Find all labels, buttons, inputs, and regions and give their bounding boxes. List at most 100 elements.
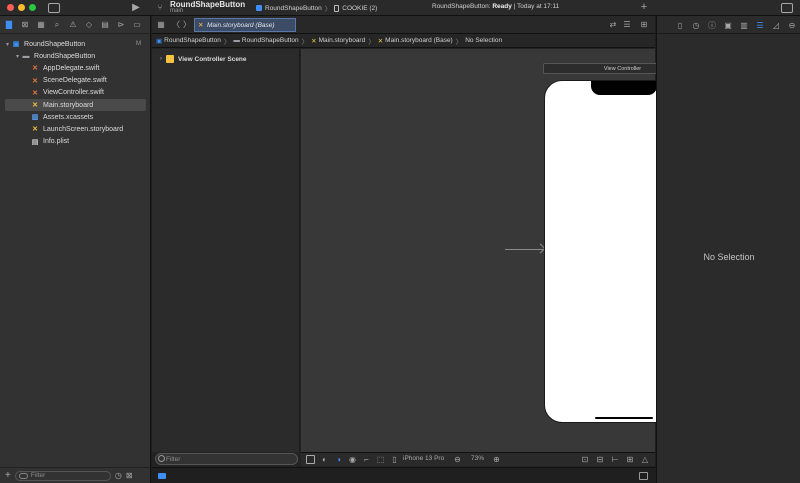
align-icon[interactable]: ⊢ <box>610 455 620 464</box>
destination-label: COOKIE (2) <box>342 4 378 12</box>
breadcrumb-project[interactable]: ▣ RoundShapeButton <box>156 37 221 45</box>
tab-main-storyboard[interactable]: ✕ Main.storyboard (Base) <box>194 18 296 32</box>
add-file-button[interactable]: + <box>5 470 11 481</box>
traffic-lights <box>7 4 36 11</box>
run-button[interactable]: ▶ <box>131 3 141 13</box>
add-constraints-icon[interactable]: ⊞ <box>625 455 635 464</box>
source-control-icon[interactable]: ⊠ <box>20 20 30 30</box>
breadcrumb-group[interactable]: ▬ RoundShapeButton <box>233 37 298 44</box>
size-inspector-icon[interactable]: ☰ <box>755 20 765 30</box>
zoom-window-button[interactable] <box>29 4 36 11</box>
file-row[interactable]: ✕ SceneDelegate.swift <box>0 75 151 87</box>
chevron-right-icon: 〉 <box>368 38 375 46</box>
breakpoint-icon[interactable]: ⊳ <box>116 20 126 30</box>
sidebar-toggle-icon[interactable] <box>48 3 60 13</box>
report-icon[interactable]: ▭ <box>132 20 142 30</box>
forward-icon[interactable]: 〉 <box>183 20 191 30</box>
document-outline: › View Controller Scene <box>152 49 300 452</box>
chevron-right-icon: 〉 <box>455 38 463 46</box>
storyboard-file-icon: ✕ <box>311 37 317 45</box>
split-editor-icon[interactable]: ⊞ <box>638 20 650 30</box>
refresh-icon[interactable]: ⇄ <box>608 20 618 30</box>
history-inspector-icon[interactable]: ◷ <box>691 20 701 30</box>
disclosure-open-icon[interactable]: ▾ <box>6 41 9 48</box>
effects-inspector-icon[interactable]: ⊖ <box>787 20 797 30</box>
close-window-button[interactable] <box>7 4 14 11</box>
file-row-selected[interactable]: ✕ Main.storyboard <box>5 98 146 112</box>
filter-modified-icon[interactable]: ⊠ <box>126 471 133 480</box>
swift-file-icon: ✕ <box>32 89 38 97</box>
breadcrumb-label: RoundShapeButton <box>241 37 299 44</box>
file-row[interactable]: ✕ ViewController.swift <box>0 87 151 99</box>
swift-file-icon: ✕ <box>32 65 38 73</box>
group-label: RoundShapeButton <box>34 52 96 60</box>
grid-icon[interactable]: ▦ <box>156 20 166 30</box>
project-row[interactable]: ▾ ▣ RoundShapeButton M <box>0 38 151 50</box>
group-row[interactable]: ▾ ▬ RoundShapeButton <box>0 50 151 62</box>
no-selection-label: No Selection <box>703 252 755 262</box>
zoom-out-icon[interactable]: ⊖ <box>453 455 462 464</box>
filter-options-icon[interactable] <box>18 472 28 479</box>
breadcrumb-label: Main.storyboard (Base) <box>385 37 453 44</box>
entry-point-arrow[interactable] <box>505 249 543 250</box>
navigator-filter-bar: + Filter ◷ ⊠ <box>0 467 151 483</box>
back-icon[interactable]: 〈 <box>172 20 180 30</box>
console-indicator-icon[interactable] <box>158 473 166 479</box>
breadcrumb-selection[interactable]: No Selection <box>465 37 502 44</box>
file-row[interactable]: ✕ LaunchScreen.storyboard <box>0 123 151 135</box>
file-inspector-icon[interactable]: ▯ <box>675 20 685 30</box>
debug-icon[interactable]: ▤ <box>100 20 110 30</box>
device-selector[interactable]: iPhone 13 Pro <box>403 455 444 464</box>
zoom-level: 73% <box>471 455 485 463</box>
test-icon[interactable]: ◇ <box>84 20 94 30</box>
orientation-icon[interactable]: ◑ <box>334 455 343 464</box>
file-label: AppDelegate.swift <box>43 64 100 72</box>
zoom-in-icon[interactable]: ⊕ <box>492 455 501 464</box>
issue-icon[interactable]: ⚠ <box>68 20 78 30</box>
branch-name: main <box>170 8 184 14</box>
symbol-icon[interactable]: ▦ <box>36 20 46 30</box>
recent-files-icon[interactable]: ◷ <box>115 471 122 480</box>
inspector-toggle-icon[interactable] <box>781 3 793 13</box>
device-notch <box>591 81 657 95</box>
view-controller-title: View Controller <box>603 65 642 72</box>
find-icon[interactable]: ⌕ <box>52 20 62 30</box>
folder-icon[interactable]: ▇ <box>4 20 14 30</box>
file-row[interactable]: ✕ AppDelegate.swift <box>0 62 151 74</box>
layout-icon[interactable]: ⬚ <box>376 455 385 464</box>
outline-filter-input[interactable]: Filter <box>155 453 298 465</box>
safe-area-icon[interactable]: ⌐ <box>362 455 371 464</box>
debug-area-toggle-icon[interactable] <box>639 472 648 480</box>
file-label: Info.plist <box>43 138 70 146</box>
project-icon: ▣ <box>156 37 163 45</box>
appearance-icon[interactable]: ◐ <box>320 455 329 464</box>
resolve-issues-icon[interactable]: △ <box>640 455 650 464</box>
file-row[interactable]: ▤ Info.plist <box>0 136 151 148</box>
breadcrumb-base[interactable]: ✕ Main.storyboard (Base) <box>378 37 453 45</box>
minimize-window-button[interactable] <box>18 4 25 11</box>
editor-area: ▦ 〈 〉 ✕ Main.storyboard (Base) ⇄ ☰ ⊞ ▣ Ro… <box>152 16 792 483</box>
storyboard-canvas[interactable]: View Controller <box>301 49 792 452</box>
file-row[interactable]: ▥ Assets.xcassets <box>0 111 151 123</box>
add-library-button[interactable]: + <box>639 2 649 13</box>
disclosure-closed-icon[interactable]: › <box>160 56 162 62</box>
file-label: LaunchScreen.storyboard <box>43 125 124 133</box>
scheme-selector[interactable]: RoundShapeButton 〉 COOKIE (2) <box>256 3 377 13</box>
update-frames-icon[interactable]: ⊡ <box>580 455 590 464</box>
folder-icon: ▬ <box>233 37 240 44</box>
inspector-tabs: ▯ ◷ ⓘ ▣ ▥ ☰ ◿ ⊖ <box>657 16 800 34</box>
outline-toggle-icon[interactable] <box>306 455 315 464</box>
disclosure-open-icon[interactable]: ▾ <box>16 53 19 60</box>
attributes-inspector-icon[interactable]: ▥ <box>739 20 749 30</box>
file-label: ViewController.swift <box>43 89 104 97</box>
device-config-icon[interactable]: ◉ <box>348 455 357 464</box>
identity-inspector-icon[interactable]: ▣ <box>723 20 733 30</box>
breadcrumb-file[interactable]: ✕ Main.storyboard <box>311 37 365 45</box>
breadcrumb-label: No Selection <box>465 37 503 44</box>
quick-help-icon[interactable]: ⓘ <box>707 20 717 30</box>
scene-row[interactable]: › View Controller Scene <box>160 55 247 63</box>
navigator-filter-input[interactable]: Filter <box>14 470 111 481</box>
stack-view-icon[interactable]: ⊟ <box>595 455 605 464</box>
connections-inspector-icon[interactable]: ◿ <box>771 20 781 30</box>
editor-options-icon[interactable]: ☰ <box>622 20 632 30</box>
